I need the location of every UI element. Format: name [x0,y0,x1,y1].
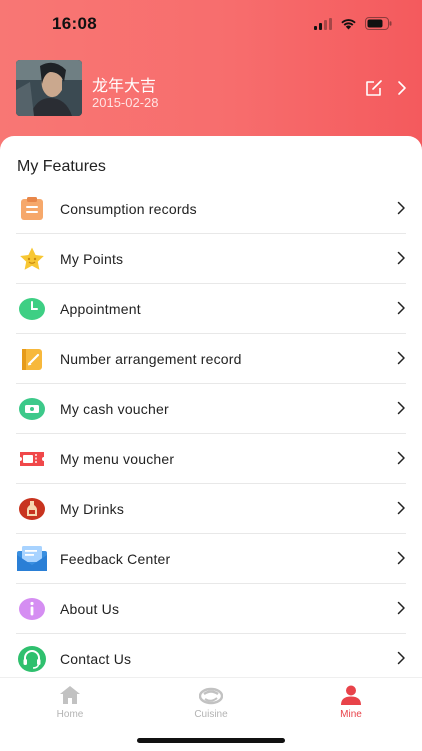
feature-label: Number arrangement record [60,350,242,367]
feature-list: Consumption records My Points Appointmen… [16,184,406,683]
feature-label: About Us [60,600,120,617]
feature-item-feedback-center[interactable]: Feedback Center [16,534,406,584]
bottle-icon [16,493,48,525]
feature-item-appointment[interactable]: Appointment [16,284,406,334]
chevron-right-icon [397,251,405,265]
headset-icon [16,643,48,675]
tab-mine[interactable]: Mine [291,684,411,724]
feature-item-my-menu-voucher[interactable]: My menu voucher [16,434,406,484]
feature-item-my-points[interactable]: My Points [16,234,406,284]
tab-label: Cuisine [194,709,228,720]
feature-item-my-cash-voucher[interactable]: My cash voucher [16,384,406,434]
avatar[interactable] [16,60,82,116]
feature-label: Feedback Center [60,550,171,567]
battery-icon [365,17,392,30]
cash-voucher-icon [16,393,48,425]
info-icon [16,593,48,625]
features-card: My Features Consumption records My Point… [0,136,422,750]
mail-icon [16,543,48,575]
signal-icon [314,17,332,30]
edit-icon[interactable] [364,78,384,98]
chevron-right-icon [397,651,405,665]
clock-icon [16,293,48,325]
ticket-icon [16,443,48,475]
chevron-right-icon [397,401,405,415]
chevron-right-icon[interactable] [396,80,408,96]
chevron-right-icon [397,551,405,565]
chevron-right-icon [397,601,405,615]
chevron-right-icon [397,501,405,515]
chevron-right-icon [397,451,405,465]
person-icon [341,685,361,705]
wifi-icon [341,18,356,29]
feature-item-number-arrangement-record[interactable]: Number arrangement record [16,334,406,384]
section-title: My Features [17,158,106,175]
notepad-icon [16,343,48,375]
feature-item-consumption-records[interactable]: Consumption records [16,184,406,234]
feature-label: Appointment [60,300,141,317]
home-icon [60,686,80,704]
tab-label: Home [56,709,84,720]
feature-label: My menu voucher [60,450,175,467]
feature-item-my-drinks[interactable]: My Drinks [16,484,406,534]
chevron-right-icon [397,351,405,365]
feature-label: My Points [60,250,124,267]
feature-item-contact-us[interactable]: Contact Us [16,634,406,683]
status-icons [314,17,392,30]
tab-home[interactable]: Home [10,684,130,724]
profile-header[interactable]: 龙年大吉 2015-02-28 [16,60,412,118]
feature-label: My Drinks [60,500,125,517]
tab-cuisine[interactable]: Cuisine [151,684,271,724]
dish-icon [199,687,223,705]
star-icon [16,243,48,275]
feature-label: Contact Us [60,650,132,667]
status-bar: 16:08 [0,0,422,50]
home-indicator [137,738,285,743]
status-time: 16:08 [52,14,97,33]
feature-label: Consumption records [60,200,197,217]
profile-name: 龙年大吉 [92,76,157,95]
chevron-right-icon [397,301,405,315]
avatar-image [16,60,82,116]
tab-label: Mine [340,709,362,720]
clipboard-icon [16,193,48,225]
profile-date: 2015-02-28 [92,95,159,110]
feature-item-about-us[interactable]: About Us [16,584,406,634]
chevron-right-icon [397,201,405,215]
feature-label: My cash voucher [60,400,169,417]
